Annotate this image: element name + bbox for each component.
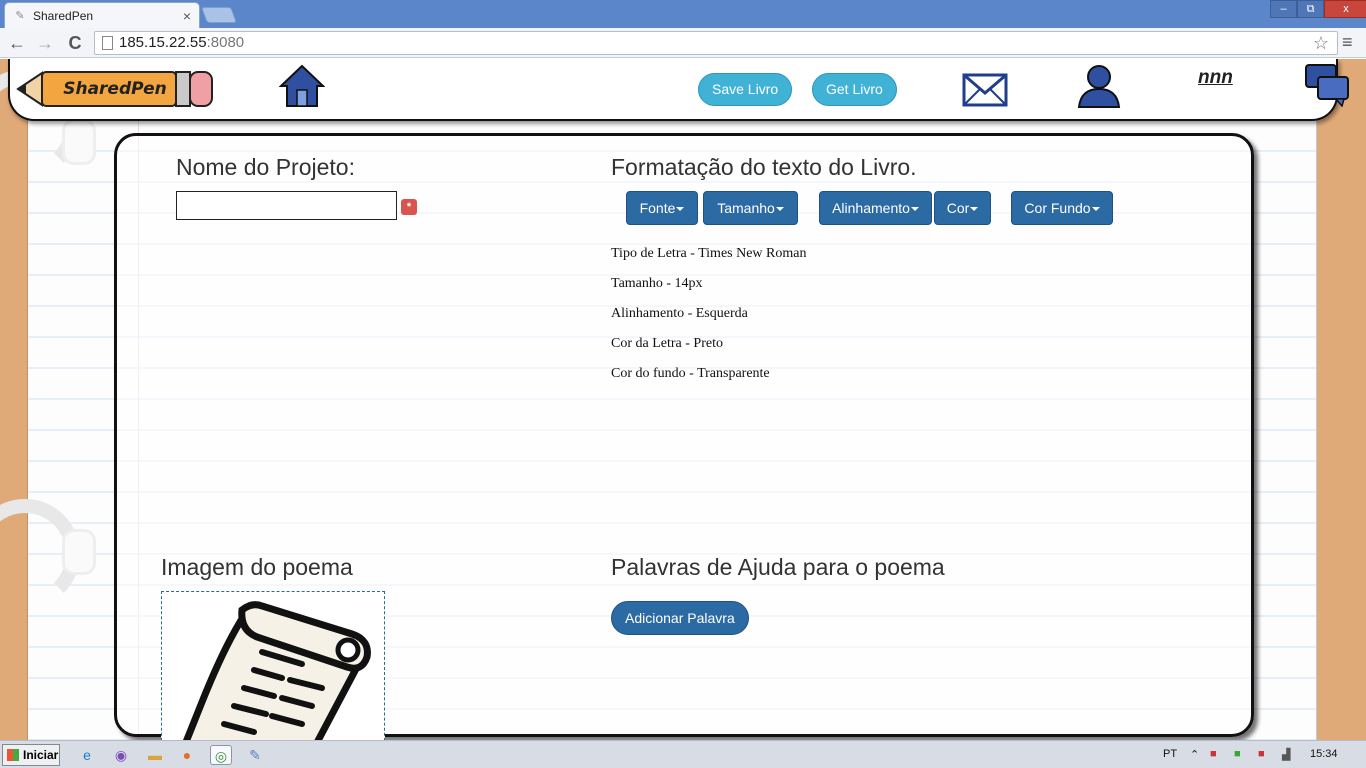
- back-icon[interactable]: ←: [5, 32, 29, 54]
- browser-toolbar: ← → C 185.15.22.55:8080 ☆ ≡: [0, 28, 1366, 58]
- color-dropdown-label: Cor: [946, 200, 970, 216]
- size-dropdown-button[interactable]: Tamanho: [703, 191, 798, 225]
- os-taskbar: Iniciar e ◉ ▬ ● ◎ ✎ PT ⌃ ■ ■ ■ ▟ 15:34: [0, 740, 1366, 768]
- paint-icon[interactable]: ✎: [244, 745, 266, 765]
- menu-icon[interactable]: ≡: [1342, 32, 1353, 53]
- ring-hole: [62, 529, 96, 575]
- tab-title: SharedPen: [33, 8, 94, 23]
- viber-icon[interactable]: ◉: [110, 745, 132, 765]
- tray-app-icon[interactable]: ■: [1258, 748, 1265, 760]
- ring-hole: [62, 119, 96, 165]
- format-info-line: Alinhamento - Esquerda: [611, 306, 748, 321]
- url-port: :8080: [206, 34, 245, 51]
- network-icon[interactable]: ▟: [1282, 748, 1290, 761]
- right-border: [1316, 59, 1366, 740]
- sharedpen-logo[interactable]: SharedPen: [16, 67, 216, 111]
- background-color-dropdown-label: Cor Fundo: [1024, 200, 1091, 216]
- format-info-line: Cor da Letra - Preto: [611, 336, 723, 351]
- scroll-icon: [183, 601, 371, 740]
- forward-icon[interactable]: →: [33, 32, 57, 54]
- format-info-line: Tamanho - 14px: [611, 276, 703, 291]
- minimize-button[interactable]: –: [1270, 0, 1297, 18]
- user-icon[interactable]: [1076, 63, 1122, 109]
- window-controls: – ⧉ x: [1270, 0, 1366, 18]
- color-dropdown-button[interactable]: Cor: [934, 191, 991, 225]
- ie-icon[interactable]: e: [76, 745, 98, 765]
- tab-favicon-icon: ✎: [15, 9, 25, 22]
- add-word-button[interactable]: Adicionar Palavra: [611, 601, 749, 635]
- firefox-icon[interactable]: ●: [176, 745, 198, 765]
- maximize-button[interactable]: ⧉: [1297, 0, 1324, 18]
- chrome-icon[interactable]: ◎: [210, 745, 232, 765]
- clock[interactable]: 15:34: [1310, 748, 1338, 760]
- url-host: 185.15.22.55: [119, 34, 207, 51]
- tray-app-icon[interactable]: ■: [1210, 748, 1217, 760]
- font-dropdown-label: Fonte: [639, 200, 676, 216]
- reload-icon[interactable]: C: [63, 32, 87, 54]
- new-tab-button[interactable]: [201, 7, 237, 23]
- caret-down-icon: [1091, 207, 1100, 212]
- bookmark-star-icon[interactable]: ☆: [1313, 32, 1329, 54]
- page-viewport: SharedPen Save Livro Get Livro nnn Nome …: [0, 59, 1366, 740]
- caret-down-icon: [676, 207, 685, 212]
- background-color-dropdown-button[interactable]: Cor Fundo: [1011, 191, 1113, 225]
- formatting-title: Formatação do texto do Livro.: [611, 154, 917, 180]
- mail-icon[interactable]: [962, 71, 1008, 109]
- show-hidden-icons-icon[interactable]: ⌃: [1190, 748, 1199, 761]
- windows-flag-icon: [7, 749, 19, 761]
- caret-down-icon: [970, 207, 979, 212]
- caret-down-icon: [775, 207, 784, 212]
- poem-image-title: Imagem do poema: [161, 554, 353, 580]
- tray-app-icon[interactable]: ■: [1234, 748, 1241, 760]
- format-info-line: Tipo de Letra - Times New Roman: [611, 246, 807, 261]
- format-info-line: Cor do fundo - Transparente: [611, 366, 770, 381]
- page-icon: [102, 36, 113, 50]
- tab-close-icon[interactable]: ×: [183, 8, 191, 24]
- save-livro-button[interactable]: Save Livro: [698, 73, 793, 106]
- close-window-button[interactable]: x: [1324, 0, 1366, 18]
- browser-tab[interactable]: ✎ SharedPen ×: [4, 2, 200, 28]
- folder-icon[interactable]: ▬: [144, 745, 166, 765]
- alignment-dropdown-label: Alinhamento: [832, 200, 910, 216]
- home-icon[interactable]: [278, 63, 326, 109]
- caret-down-icon: [910, 207, 919, 212]
- logo-text: SharedPen: [63, 79, 167, 99]
- address-bar[interactable]: 185.15.22.55:8080 ☆: [94, 31, 1338, 55]
- project-name-input[interactable]: [176, 191, 397, 220]
- get-livro-button[interactable]: Get Livro: [812, 73, 897, 106]
- project-name-title: Nome do Projeto:: [176, 154, 355, 180]
- poem-image-frame[interactable]: [161, 591, 385, 740]
- start-label: Iniciar: [23, 748, 59, 762]
- start-button[interactable]: Iniciar: [2, 744, 60, 766]
- required-badge: *: [401, 199, 417, 215]
- username-link[interactable]: nnn: [1198, 67, 1233, 89]
- alignment-dropdown-button[interactable]: Alinhamento: [819, 191, 932, 225]
- font-dropdown-button[interactable]: Fonte: [626, 191, 698, 225]
- language-indicator[interactable]: PT: [1163, 748, 1177, 760]
- size-dropdown-label: Tamanho: [717, 200, 775, 216]
- browser-titlebar: ✎ SharedPen × – ⧉ x: [0, 0, 1366, 28]
- chat-icon[interactable]: [1304, 63, 1350, 108]
- help-words-title: Palavras de Ajuda para o poema: [611, 554, 945, 580]
